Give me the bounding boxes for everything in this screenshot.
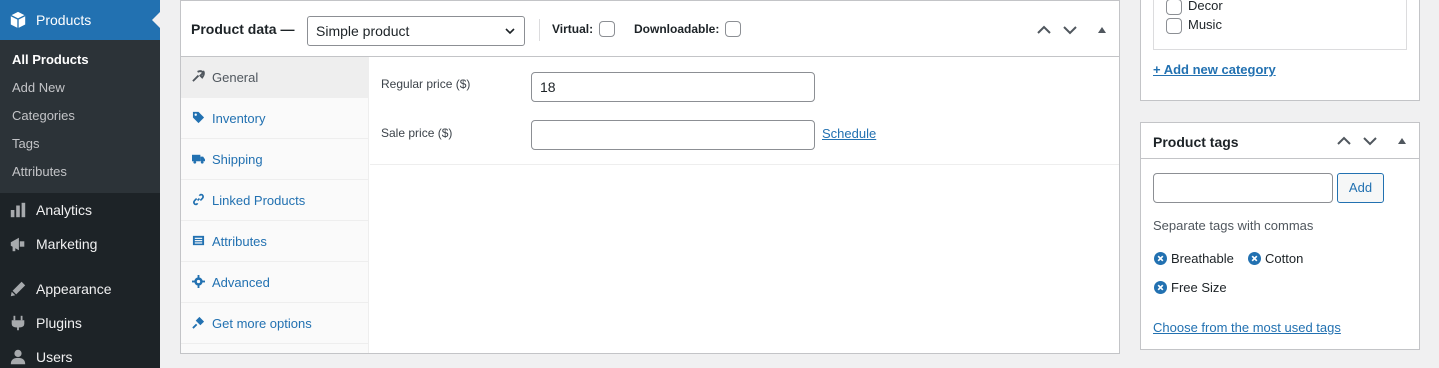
tab-linked-products-label: Linked Products [212, 193, 306, 208]
tab-shipping-label: Shipping [212, 152, 263, 167]
new-tag-input[interactable] [1153, 173, 1333, 203]
product-data-title: Product data — [191, 21, 295, 37]
menu-plugins[interactable]: Plugins [0, 306, 160, 340]
tab-general-label: General [212, 70, 259, 85]
menu-users[interactable]: Users [0, 340, 160, 368]
move-up-icon[interactable] [1335, 132, 1353, 150]
submenu-all-products[interactable]: All Products [12, 52, 89, 67]
plugin-icon [192, 316, 205, 329]
tags-help-text: Separate tags with commas [1153, 218, 1314, 233]
menu-users-label: Users [36, 349, 73, 365]
link-icon [193, 193, 204, 206]
tab-shipping[interactable]: Shipping [181, 139, 369, 180]
chevron-down-icon [505, 28, 515, 35]
category-item[interactable]: Decor [1166, 0, 1223, 15]
sale-price-label: Sale price ($) [381, 126, 453, 140]
admin-sidebar: Products All Products Add New Categories… [0, 0, 160, 368]
tab-attributes[interactable]: Attributes [181, 221, 369, 262]
toggle-panel-icon[interactable] [1393, 132, 1411, 150]
menu-analytics-label: Analytics [36, 202, 93, 218]
tab-get-more-options[interactable]: Get more options [181, 303, 369, 344]
regular-price-input[interactable]: 18 [531, 72, 815, 102]
analytics-icon [10, 202, 26, 218]
product-data-tabs: General Inventory Shipping Linked Produc… [181, 57, 369, 353]
tab-advanced-label: Advanced [212, 275, 270, 290]
menu-plugins-label: Plugins [36, 315, 82, 331]
move-down-icon[interactable] [1361, 132, 1379, 150]
add-tag-button[interactable]: Add [1337, 173, 1384, 203]
move-up-icon[interactable] [1035, 21, 1053, 39]
regular-price-label: Regular price ($) [381, 77, 471, 91]
tab-advanced[interactable]: Advanced [181, 262, 369, 303]
users-icon [10, 349, 26, 365]
product-type-select[interactable]: Simple product [307, 16, 525, 46]
virtual-label: Virtual: [552, 22, 594, 36]
virtual-checkbox[interactable] [599, 21, 615, 37]
tab-inventory-label: Inventory [212, 111, 266, 126]
move-down-icon[interactable] [1061, 21, 1079, 39]
appearance-icon [10, 281, 26, 297]
plugins-icon [11, 315, 25, 331]
category-label: Music [1188, 17, 1222, 32]
product-data-header: Product data — Simple product Virtual: D… [181, 1, 1119, 57]
product-data-panel: Product data — Simple product Virtual: D… [180, 0, 1120, 354]
product-tags-title: Product tags [1153, 134, 1239, 150]
menu-analytics[interactable]: Analytics [0, 193, 160, 227]
sale-price-input[interactable] [531, 120, 815, 150]
products-submenu: All Products Add New Categories Tags Att… [0, 40, 160, 193]
submenu-categories[interactable]: Categories [12, 108, 75, 123]
header-divider [539, 19, 540, 41]
toggle-panel-icon[interactable] [1093, 21, 1111, 39]
schedule-link[interactable]: Schedule [822, 126, 876, 141]
downloadable-label: Downloadable: [634, 22, 720, 36]
most-used-tags-link[interactable]: Choose from the most used tags [1153, 320, 1341, 335]
tag-chip-label: Breathable [1171, 251, 1234, 266]
products-icon [10, 11, 26, 29]
category-checklist: Decor Music [1153, 0, 1407, 50]
menu-appearance[interactable]: Appearance [0, 272, 160, 306]
tag-icon [192, 111, 205, 124]
menu-products-label: Products [36, 12, 92, 28]
menu-marketing-label: Marketing [36, 236, 98, 252]
downloadable-checkbox[interactable] [725, 21, 741, 37]
submenu-tags[interactable]: Tags [12, 136, 39, 151]
remove-tag-icon[interactable] [1154, 252, 1167, 265]
remove-tag-icon[interactable] [1154, 281, 1167, 294]
menu-marketing[interactable]: Marketing [0, 227, 160, 261]
remove-tag-icon[interactable] [1248, 252, 1261, 265]
add-new-category-link[interactable]: + Add new category [1153, 62, 1276, 77]
product-tags-box: Product tags Add Separate tags with comm… [1140, 122, 1420, 350]
menu-products[interactable]: Products [0, 0, 160, 40]
tab-linked-products[interactable]: Linked Products [181, 180, 369, 221]
product-tags-header: Product tags [1141, 123, 1419, 159]
tab-inventory[interactable]: Inventory [181, 98, 369, 139]
tag-chip-label: Free Size [1171, 280, 1227, 295]
gear-icon [192, 275, 205, 288]
category-item[interactable]: Music [1166, 17, 1222, 34]
category-label: Decor [1188, 0, 1223, 13]
menu-appearance-label: Appearance [36, 281, 112, 297]
marketing-icon [10, 237, 25, 252]
product-type-value: Simple product [316, 23, 410, 39]
list-icon [192, 235, 205, 246]
category-checkbox[interactable] [1166, 0, 1182, 15]
category-checkbox[interactable] [1166, 17, 1182, 34]
truck-icon [192, 154, 205, 164]
general-fields: Regular price ($) 18 Sale price ($) Sche… [370, 57, 1119, 165]
tab-attributes-label: Attributes [212, 234, 267, 249]
submenu-attributes[interactable]: Attributes [12, 164, 67, 179]
wrench-icon [192, 70, 205, 82]
tab-general[interactable]: General [181, 57, 369, 98]
tab-get-more-options-label: Get more options [212, 316, 312, 331]
product-categories-box: Decor Music + Add new category [1140, 0, 1420, 101]
current-menu-arrow [152, 12, 160, 28]
submenu-add-new[interactable]: Add New [12, 80, 65, 95]
tag-chip-label: Cotton [1265, 251, 1304, 266]
